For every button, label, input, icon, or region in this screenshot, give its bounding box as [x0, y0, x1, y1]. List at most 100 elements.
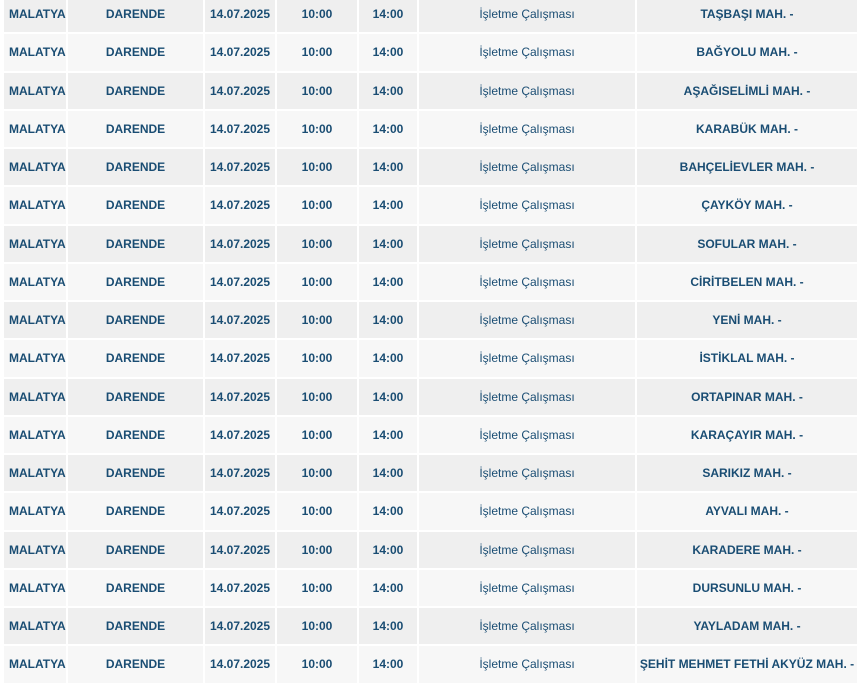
- reason-cell: İşletme Çalışması: [419, 72, 637, 111]
- neighborhood-cell: TAŞBAŞI MAH. -: [637, 0, 859, 35]
- table-row: MALATYA DARENDE 14.07.2025 10:00 14:00 İşletm…: [4, 110, 859, 149]
- district-cell: DARENDE: [68, 187, 205, 226]
- district-cell: DARENDE: [68, 72, 205, 111]
- reason-cell: İşletme Çalışması: [419, 608, 637, 647]
- province-cell: MALATYA: [4, 531, 68, 570]
- district-cell: DARENDE: [68, 149, 205, 188]
- district-cell: DARENDE: [68, 493, 205, 532]
- reason-cell: İşletme Çalışması: [419, 531, 637, 570]
- province-cell: MALATYA: [4, 340, 68, 379]
- reason-cell: İşletme Çalışması: [419, 340, 637, 379]
- end-time-cell: 14:00: [359, 110, 419, 149]
- date-cell: 14.07.2025: [205, 72, 277, 111]
- neighborhood-cell: DURSUNLU MAH. -: [637, 569, 859, 608]
- neighborhood-cell: BAĞYOLU MAH. -: [637, 34, 859, 73]
- neighborhood-cell: KARAÇAYIR MAH. -: [637, 416, 859, 455]
- province-cell: MALATYA: [4, 187, 68, 226]
- district-cell: DARENDE: [68, 608, 205, 647]
- table-row: MALATYA DARENDE 14.07.2025 10:00 14:00 İşletm…: [4, 378, 859, 417]
- province-cell: MALATYA: [4, 302, 68, 341]
- end-time-cell: 14:00: [359, 531, 419, 570]
- district-cell: DARENDE: [68, 569, 205, 608]
- end-time-cell: 14:00: [359, 608, 419, 647]
- neighborhood-cell: KARADERE MAH. -: [637, 531, 859, 570]
- neighborhood-cell: BAHÇELİEVLER MAH. -: [637, 149, 859, 188]
- district-cell: DARENDE: [68, 34, 205, 73]
- table-row: MALATYA DARENDE 14.07.2025 10:00 14:00 İşletm…: [4, 646, 859, 685]
- reason-cell: İşletme Çalışması: [419, 378, 637, 417]
- end-time-cell: 14:00: [359, 302, 419, 341]
- reason-cell: İşletme Çalışması: [419, 0, 637, 35]
- end-time-cell: 14:00: [359, 225, 419, 264]
- neighborhood-cell: SARIKIZ MAH. -: [637, 455, 859, 494]
- reason-cell: İşletme Çalışması: [419, 110, 637, 149]
- province-cell: MALATYA: [4, 149, 68, 188]
- table-row: MALATYA DARENDE 14.07.2025 10:00 14:00 İşletm…: [4, 187, 859, 226]
- start-time-cell: 10:00: [277, 569, 359, 608]
- start-time-cell: 10:00: [277, 187, 359, 226]
- district-cell: DARENDE: [68, 340, 205, 379]
- reason-cell: İşletme Çalışması: [419, 493, 637, 532]
- neighborhood-cell: ÇAYKÖY MAH. -: [637, 187, 859, 226]
- date-cell: 14.07.2025: [205, 263, 277, 302]
- end-time-cell: 14:00: [359, 493, 419, 532]
- neighborhood-cell: AŞAĞISELİMLİ MAH. -: [637, 72, 859, 111]
- end-time-cell: 14:00: [359, 0, 419, 35]
- start-time-cell: 10:00: [277, 416, 359, 455]
- end-time-cell: 14:00: [359, 646, 419, 685]
- date-cell: 14.07.2025: [205, 225, 277, 264]
- reason-cell: İşletme Çalışması: [419, 187, 637, 226]
- date-cell: 14.07.2025: [205, 646, 277, 685]
- table-row: MALATYA DARENDE 14.07.2025 10:00 14:00 İşletm…: [4, 0, 859, 35]
- neighborhood-cell: KARABÜK MAH. -: [637, 110, 859, 149]
- end-time-cell: 14:00: [359, 569, 419, 608]
- neighborhood-cell: YENİ MAH. -: [637, 302, 859, 341]
- reason-cell: İşletme Çalışması: [419, 263, 637, 302]
- table-row: MALATYA DARENDE 14.07.2025 10:00 14:00 İşletm…: [4, 149, 859, 188]
- date-cell: 14.07.2025: [205, 608, 277, 647]
- outage-table-wrapper: MALATYA DARENDE 14.07.2025 10:00 14:00 İşletm…: [4, 0, 859, 685]
- neighborhood-cell: SOFULAR MAH. -: [637, 225, 859, 264]
- date-cell: 14.07.2025: [205, 416, 277, 455]
- date-cell: 14.07.2025: [205, 378, 277, 417]
- province-cell: MALATYA: [4, 225, 68, 264]
- reason-cell: İşletme Çalışması: [419, 149, 637, 188]
- date-cell: 14.07.2025: [205, 340, 277, 379]
- neighborhood-cell: YAYLADAM MAH. -: [637, 608, 859, 647]
- district-cell: DARENDE: [68, 646, 205, 685]
- province-cell: MALATYA: [4, 378, 68, 417]
- district-cell: DARENDE: [68, 416, 205, 455]
- province-cell: MALATYA: [4, 646, 68, 685]
- start-time-cell: 10:00: [277, 531, 359, 570]
- reason-cell: İşletme Çalışması: [419, 646, 637, 685]
- end-time-cell: 14:00: [359, 72, 419, 111]
- end-time-cell: 14:00: [359, 455, 419, 494]
- district-cell: DARENDE: [68, 263, 205, 302]
- reason-cell: İşletme Çalışması: [419, 34, 637, 73]
- date-cell: 14.07.2025: [205, 110, 277, 149]
- end-time-cell: 14:00: [359, 263, 419, 302]
- date-cell: 14.07.2025: [205, 531, 277, 570]
- neighborhood-cell: ORTAPINAR MAH. -: [637, 378, 859, 417]
- neighborhood-cell: AYVALI MAH. -: [637, 493, 859, 532]
- neighborhood-cell: İSTİKLAL MAH. -: [637, 340, 859, 379]
- date-cell: 14.07.2025: [205, 34, 277, 73]
- province-cell: MALATYA: [4, 110, 68, 149]
- district-cell: DARENDE: [68, 302, 205, 341]
- date-cell: 14.07.2025: [205, 493, 277, 532]
- district-cell: DARENDE: [68, 455, 205, 494]
- reason-cell: İşletme Çalışması: [419, 416, 637, 455]
- table-row: MALATYA DARENDE 14.07.2025 10:00 14:00 İşletm…: [4, 569, 859, 608]
- district-cell: DARENDE: [68, 110, 205, 149]
- province-cell: MALATYA: [4, 34, 68, 73]
- start-time-cell: 10:00: [277, 225, 359, 264]
- table-row: MALATYA DARENDE 14.07.2025 10:00 14:00 İşletm…: [4, 263, 859, 302]
- start-time-cell: 10:00: [277, 72, 359, 111]
- start-time-cell: 10:00: [277, 455, 359, 494]
- end-time-cell: 14:00: [359, 340, 419, 379]
- table-row: MALATYA DARENDE 14.07.2025 10:00 14:00 İşletm…: [4, 72, 859, 111]
- district-cell: DARENDE: [68, 0, 205, 35]
- date-cell: 14.07.2025: [205, 302, 277, 341]
- start-time-cell: 10:00: [277, 302, 359, 341]
- table-row: MALATYA DARENDE 14.07.2025 10:00 14:00 İşletm…: [4, 531, 859, 570]
